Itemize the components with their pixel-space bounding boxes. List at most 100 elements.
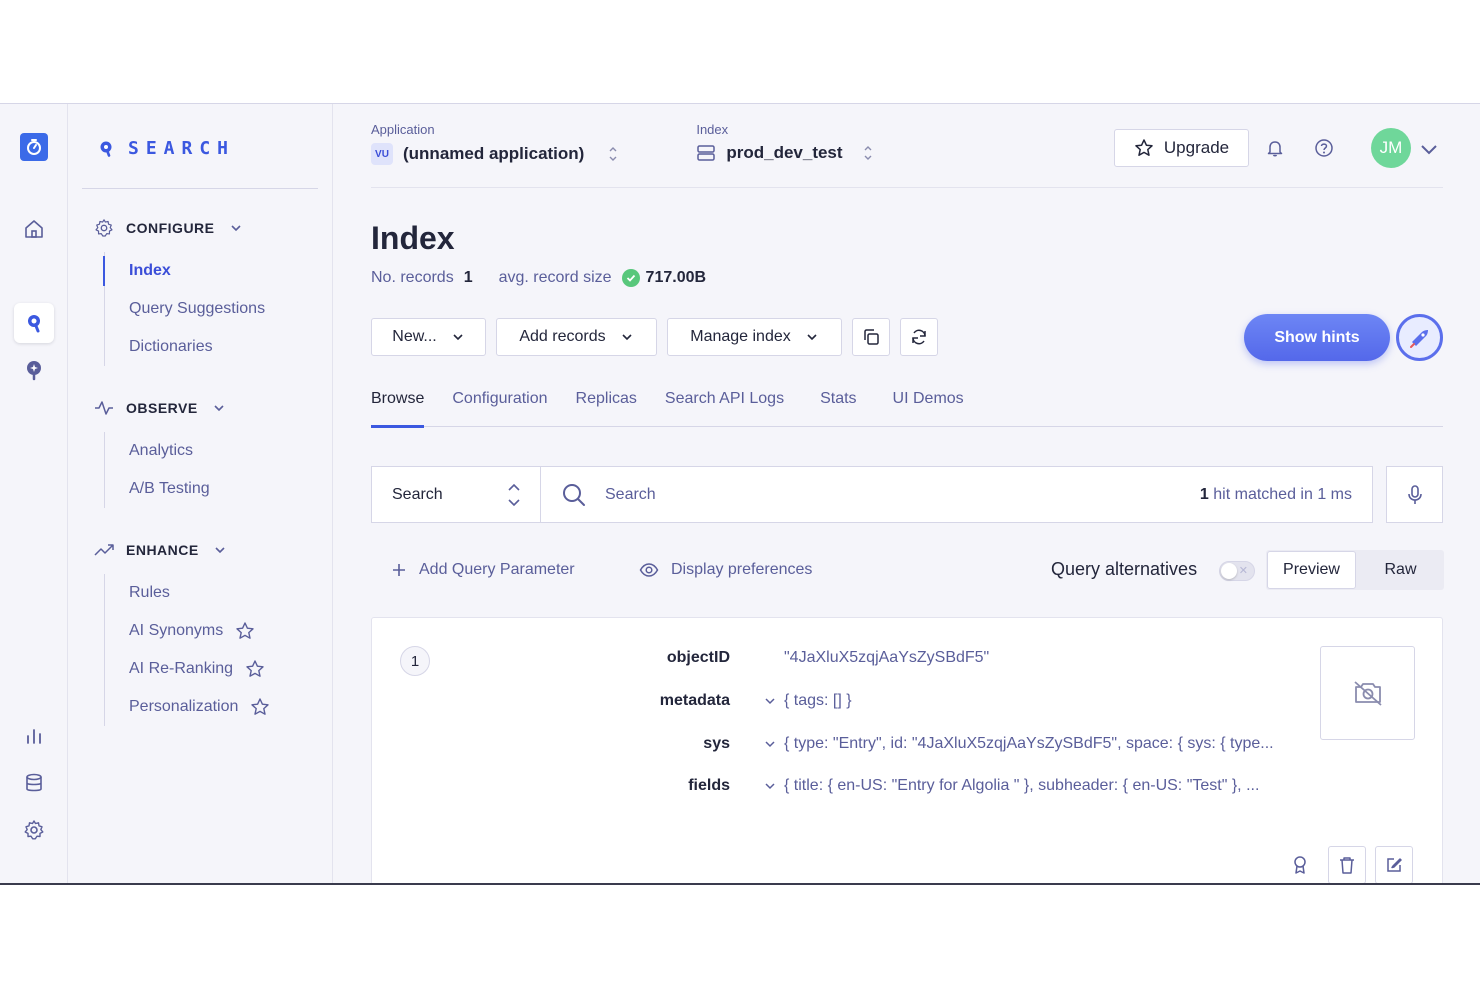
refresh-icon[interactable] (900, 318, 938, 356)
tab-replicas[interactable]: Replicas (576, 387, 637, 427)
promote-award-icon[interactable] (1281, 846, 1319, 883)
application-selector[interactable]: Application VU (unnamed application) (371, 122, 620, 165)
show-hints-button[interactable]: Show hints (1244, 314, 1390, 361)
chevron-down-icon (807, 334, 817, 341)
delete-trash-icon[interactable] (1328, 846, 1366, 883)
attribute-row: objectID "4JaXluX5zqjAaYsZySBdF5" (372, 646, 989, 670)
records-label: No. records (371, 269, 454, 286)
group-label: OBSERVE (126, 400, 198, 416)
view-mode-switch: Preview Raw (1266, 550, 1444, 590)
upgrade-button[interactable]: Upgrade (1114, 129, 1249, 167)
sidebar-item-ab-testing[interactable]: A/B Testing (105, 470, 210, 508)
index-selector[interactable]: Index prod_dev_test (696, 122, 874, 165)
tab-browse[interactable]: Browse (371, 387, 425, 428)
tab-search-api-logs[interactable]: Search API Logs (665, 387, 784, 427)
chevron-down-icon (453, 334, 463, 341)
chevron-up-down-icon (864, 146, 872, 160)
preview-button[interactable]: Preview (1267, 551, 1356, 589)
sidebar-item-label: Index (129, 262, 171, 279)
chevron-down-icon[interactable] (730, 780, 784, 792)
avatar[interactable]: JM (1371, 128, 1411, 168)
sidebar: SEARCH CONFIGURE Index Query Suggestions… (68, 104, 333, 883)
button-label: Add records (519, 328, 606, 345)
search-product-icon[interactable] (14, 303, 54, 343)
attribute-row: sys { type: "Entry", id: "4JaXluX5zqjAaY… (372, 732, 1274, 756)
size-label: avg. record size (498, 269, 612, 286)
sidebar-item-index[interactable]: Index (102, 252, 265, 290)
raw-button[interactable]: Raw (1357, 550, 1444, 590)
search-brand-icon (100, 141, 112, 157)
index-stats: No. records 1 avg. record size 717.00B (371, 269, 706, 287)
attribute-row: fields { title: { en-US: "Entry for Algo… (372, 774, 1259, 798)
chevron-up-down-icon (609, 147, 617, 161)
record-card: 1 objectID "4JaXluX5zqjAaYsZySBdF5" meta… (371, 617, 1443, 883)
help-icon[interactable] (1312, 136, 1336, 160)
attribute-row: metadata { tags: [] } (372, 689, 852, 713)
home-icon[interactable] (14, 209, 54, 249)
trending-up-icon (94, 544, 114, 556)
display-preferences-button[interactable]: Display preferences (639, 550, 812, 590)
sidebar-item-personalization[interactable]: Personalization (105, 688, 270, 726)
copy-icon[interactable] (852, 318, 890, 356)
bell-icon[interactable] (1263, 136, 1287, 160)
application-label: Application (371, 122, 435, 137)
sidebar-item-label: A/B Testing (129, 480, 210, 497)
tab-bar: Browse Configuration Replicas Search API… (371, 387, 1443, 428)
sidebar-item-label: AI Re-Ranking (129, 660, 234, 677)
attribute-key: metadata (659, 692, 730, 709)
page-title: Index (371, 220, 455, 256)
brand-name: SEARCH (128, 138, 236, 159)
chevron-down-icon (230, 225, 241, 232)
chevron-down-icon[interactable] (1417, 137, 1441, 161)
star-icon (251, 698, 270, 715)
add-query-parameter-button[interactable]: Add Query Parameter (391, 550, 575, 590)
chevron-down-icon (215, 547, 225, 554)
chevron-down-icon[interactable] (730, 738, 784, 750)
tab-ui-demos[interactable]: UI Demos (893, 387, 964, 427)
rocket-assistant-icon[interactable] (1396, 314, 1443, 361)
sidebar-item-label: Query Suggestions (129, 300, 266, 317)
search-input[interactable] (605, 485, 1182, 504)
size-value: 717.00B (645, 269, 707, 286)
search-bar: Search 1 hit matched in 1 ms (371, 466, 1373, 523)
group-configure[interactable]: CONFIGURE (94, 218, 243, 238)
sidebar-item-label: Dictionaries (129, 338, 213, 355)
context-selectors: Application VU (unnamed application) Ind… (371, 122, 875, 165)
manage-index-button[interactable]: Manage index (667, 318, 842, 356)
settings-gear-icon[interactable] (14, 810, 54, 850)
tab-configuration[interactable]: Configuration (452, 387, 547, 427)
recommend-product-icon[interactable] (14, 350, 54, 390)
chevron-down-icon[interactable] (730, 695, 784, 707)
sidebar-item-label: AI Synonyms (129, 622, 224, 639)
no-image-placeholder (1320, 646, 1415, 740)
group-observe[interactable]: OBSERVE (94, 398, 226, 418)
sidebar-item-dictionaries[interactable]: Dictionaries (105, 328, 265, 366)
sidebar-item-analytics[interactable]: Analytics (105, 432, 210, 470)
check-circle-icon (621, 269, 640, 287)
button-label: Add Query Parameter (419, 561, 575, 578)
microphone-icon[interactable] (1386, 466, 1443, 523)
group-enhance[interactable]: ENHANCE (94, 540, 227, 560)
edit-pencil-icon[interactable] (1375, 846, 1413, 883)
sidebar-item-label: Personalization (129, 698, 239, 715)
pulse-icon (95, 401, 113, 415)
search-type-select[interactable]: Search (372, 467, 541, 522)
search-type-label: Search (392, 485, 443, 503)
query-alternatives-toggle[interactable]: ✕ (1219, 561, 1255, 581)
add-records-button[interactable]: Add records (496, 318, 657, 356)
database-icon[interactable] (14, 763, 54, 803)
sidebar-item-ai-synonyms[interactable]: AI Synonyms (105, 612, 270, 650)
analytics-chart-icon[interactable] (14, 716, 54, 756)
sidebar-item-rules[interactable]: Rules (105, 574, 270, 612)
sidebar-item-query-suggestions[interactable]: Query Suggestions (105, 290, 265, 328)
attribute-value: { type: "Entry", id: "4JaXluX5zqjAaYsZyS… (784, 735, 1274, 752)
index-name: prod_dev_test (726, 143, 843, 162)
tab-stats[interactable]: Stats (820, 387, 856, 427)
attribute-key: sys (703, 735, 730, 752)
new-dropdown-button[interactable]: New... (371, 318, 486, 356)
algolia-logo-icon[interactable] (20, 133, 48, 161)
sidebar-item-ai-re-ranking[interactable]: AI Re-Ranking (105, 650, 270, 688)
brand[interactable]: SEARCH (98, 138, 235, 159)
attribute-value: "4JaXluX5zqjAaYsZySBdF5" (784, 649, 990, 666)
chevron-down-icon (214, 405, 224, 412)
